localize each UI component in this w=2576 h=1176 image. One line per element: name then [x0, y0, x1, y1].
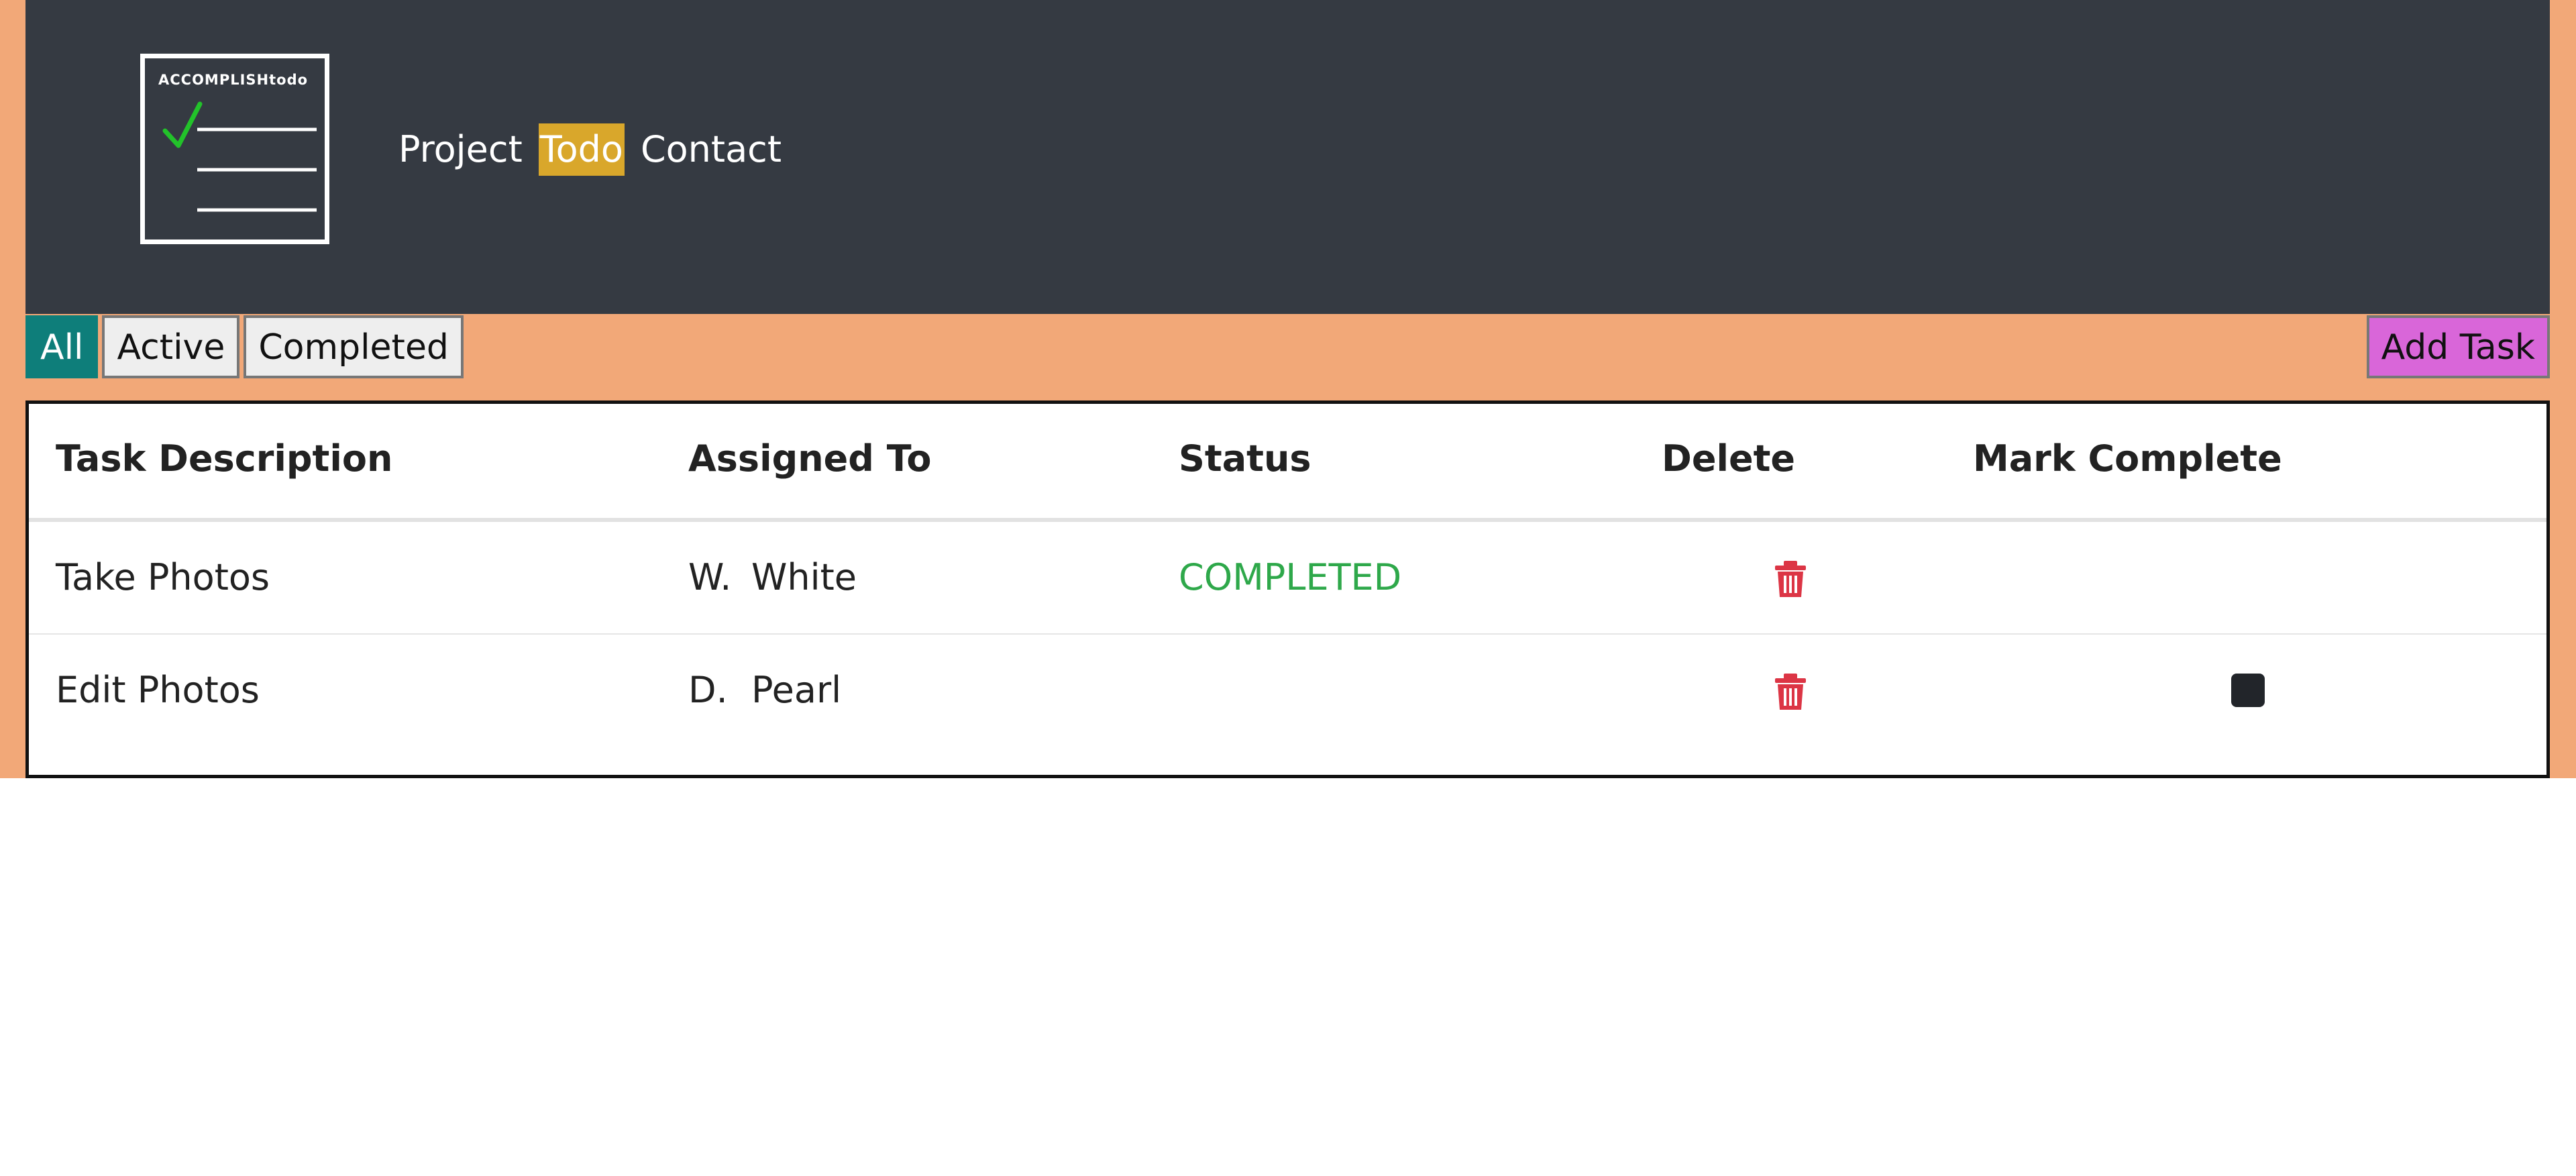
checklist-icon	[162, 101, 317, 212]
assignee-last-name: White	[751, 556, 857, 598]
trash-icon[interactable]	[1774, 674, 1807, 710]
nav-links: Project Todo Contact	[398, 123, 790, 176]
header-mark-complete: Mark Complete	[1973, 437, 2282, 480]
trash-icon[interactable]	[1774, 561, 1807, 597]
task-table: Task Description Assigned To Status Dele…	[25, 400, 2550, 778]
assignee-last-name: Pearl	[751, 669, 842, 711]
status-badge: COMPLETED	[1179, 556, 1402, 598]
header-task-description: Task Description	[56, 437, 393, 480]
assigned-to: W. White	[688, 522, 857, 633]
header-assigned-to: Assigned To	[688, 437, 932, 480]
mark-complete-checkbox[interactable]	[2231, 674, 2265, 707]
table-row: Edit Photos D. Pearl	[29, 635, 2546, 746]
filter-completed-button[interactable]: Completed	[244, 315, 464, 378]
nav-link-project[interactable]: Project	[398, 123, 531, 176]
header-delete: Delete	[1662, 437, 1796, 480]
logo[interactable]: ACCOMPLISHtodo	[140, 54, 329, 244]
add-task-button[interactable]: Add Task	[2366, 315, 2550, 378]
assignee-initial: D.	[688, 669, 728, 711]
nav-link-todo[interactable]: Todo	[538, 123, 625, 176]
filter-active-button[interactable]: Active	[102, 315, 240, 378]
header-status: Status	[1179, 437, 1311, 480]
table-row: Take Photos W. White COMPLETED	[29, 522, 2546, 635]
app-background: ACCOMPLISHtodo Project Todo Contact All …	[0, 0, 2576, 778]
nav-link-contact[interactable]: Contact	[633, 123, 790, 176]
filter-all-button[interactable]: All	[25, 315, 99, 378]
assigned-to: D. Pearl	[688, 635, 841, 746]
assignee-initial: W.	[688, 556, 732, 598]
navbar: ACCOMPLISHtodo Project Todo Contact	[25, 0, 2550, 314]
task-description: Edit Photos	[56, 669, 260, 711]
filter-bar: All Active Completed	[25, 315, 468, 378]
task-description: Take Photos	[56, 556, 270, 598]
